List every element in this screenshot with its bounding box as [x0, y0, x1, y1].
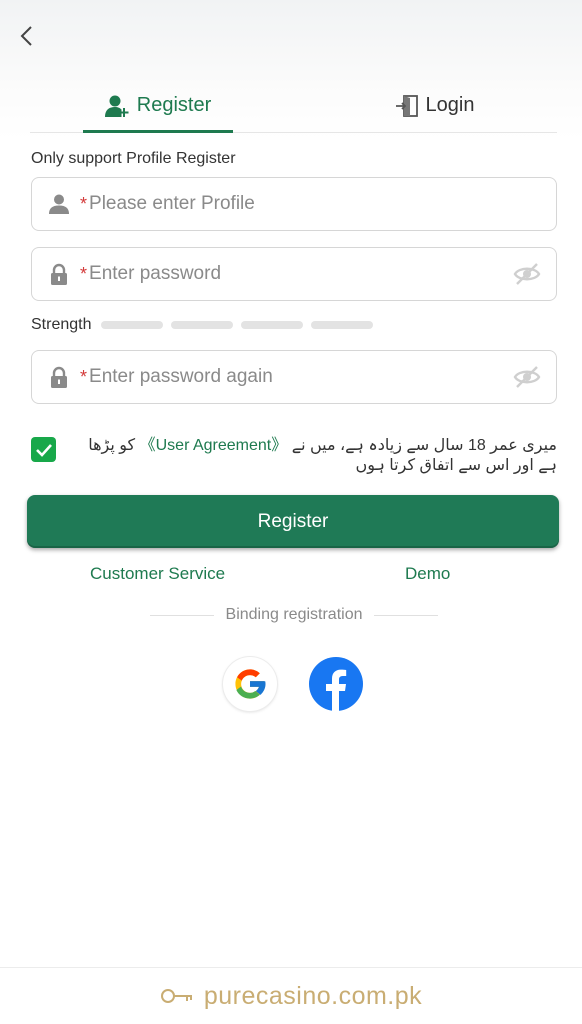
- password-field[interactable]: *: [31, 247, 557, 301]
- divider-line: [150, 614, 214, 616]
- key-icon: [160, 989, 192, 1003]
- register-screen: Register Login Only support Profile Regi…: [0, 0, 582, 1024]
- required-mark: *: [80, 366, 88, 387]
- required-mark: *: [80, 193, 88, 214]
- add-user-icon: [104, 95, 129, 117]
- eye-off-icon[interactable]: [512, 259, 542, 289]
- site-domain-text: purecasino.com.pk: [203, 981, 423, 1010]
- user-agreement-link[interactable]: 《User Agreement》: [140, 437, 288, 454]
- password-again-field[interactable]: *: [31, 350, 557, 404]
- chevron-left-icon: [20, 26, 32, 46]
- profile-input[interactable]: [89, 184, 556, 224]
- checkmark-icon: [35, 443, 52, 457]
- user-agreement-row: میری عمر 18 سال سے زیادہ ہے، میں نے 《Use…: [31, 436, 557, 480]
- tab-login[interactable]: Login: [360, 78, 510, 133]
- google-login-button[interactable]: [223, 657, 277, 711]
- strength-bar: [311, 321, 374, 329]
- password-input[interactable]: [89, 254, 512, 294]
- password-strength: Strength: [31, 316, 381, 334]
- tab-login-label: Login: [425, 94, 475, 116]
- strength-bar: [171, 321, 234, 329]
- login-door-icon: [395, 94, 418, 117]
- tab-register-label: Register: [136, 94, 212, 116]
- password-again-input[interactable]: [89, 357, 512, 397]
- divider-line: [374, 614, 438, 616]
- tab-register[interactable]: Register: [83, 78, 233, 133]
- profile-register-hint: Only support Profile Register: [31, 150, 236, 167]
- binding-divider: Binding registration: [150, 604, 438, 626]
- lock-icon: [51, 263, 67, 285]
- eye-off-icon[interactable]: [512, 362, 542, 392]
- active-tab-indicator: [83, 130, 233, 133]
- strength-bar: [241, 321, 304, 329]
- site-footer: purecasino.com.pk: [0, 967, 582, 1024]
- agreement-text: میری عمر 18 سال سے زیادہ ہے، میں نے 《Use…: [77, 436, 557, 476]
- demo-link[interactable]: Demo: [405, 564, 450, 584]
- auth-tabs: Register Login: [30, 78, 557, 133]
- user-icon: [49, 194, 69, 214]
- required-mark: *: [80, 263, 88, 284]
- strength-label: Strength: [31, 316, 92, 333]
- register-button[interactable]: Register: [27, 495, 559, 548]
- facebook-icon: [309, 657, 363, 711]
- binding-registration-label: Binding registration: [225, 606, 363, 623]
- google-icon: [235, 669, 266, 699]
- customer-service-link[interactable]: Customer Service: [90, 564, 225, 584]
- agreement-text-before: میری عمر 18 سال سے زیادہ ہے، میں نے: [291, 437, 557, 454]
- facebook-login-button[interactable]: [309, 657, 363, 711]
- profile-field[interactable]: *: [31, 177, 557, 231]
- strength-bar: [101, 321, 164, 329]
- lock-icon: [51, 366, 67, 388]
- back-button[interactable]: [12, 22, 40, 50]
- agreement-checkbox[interactable]: [31, 437, 56, 462]
